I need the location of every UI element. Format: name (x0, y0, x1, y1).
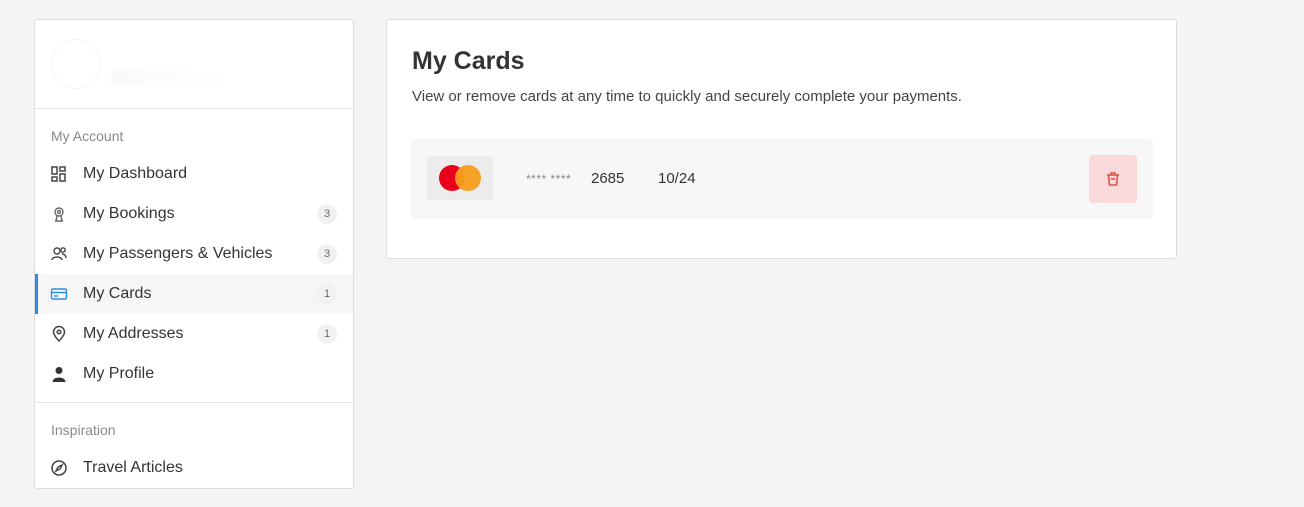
sidebar-item-label: My Passengers & Vehicles (83, 245, 273, 262)
sidebar-item-label: My Addresses (83, 325, 184, 342)
sidebar-item-bookings[interactable]: My Bookings 3 (35, 194, 353, 234)
sidebar-item-label: My Dashboard (83, 165, 188, 182)
location-pin-icon (49, 324, 69, 344)
avatar[interactable] (51, 39, 101, 89)
sidebar-item-label: My Bookings (83, 205, 175, 222)
count-badge: 3 (317, 244, 337, 264)
sidebar-item-travel-articles[interactable]: Travel Articles (35, 448, 353, 488)
sidebar-item-label: My Profile (83, 365, 155, 382)
saved-card-row: **** **** 2685 10/24 (411, 139, 1153, 219)
page-title: My Cards (412, 47, 525, 75)
passengers-icon (49, 244, 69, 264)
sidebar-item-cards[interactable]: My Cards 1 (35, 274, 353, 314)
page-subtitle: View or remove cards at any time to quic… (412, 88, 962, 105)
sidebar-item-label: Travel Articles (83, 459, 183, 476)
account-sidebar: My Account My Dashboard My Bookings 3 My… (34, 19, 354, 489)
count-badge: 1 (317, 284, 337, 304)
delete-card-button[interactable] (1089, 155, 1137, 203)
trash-icon (1107, 172, 1119, 186)
compass-icon (49, 458, 69, 478)
cards-panel: My Cards View or remove cards at any tim… (386, 19, 1177, 259)
sidebar-item-addresses[interactable]: My Addresses 1 (35, 314, 353, 354)
section-label-inspiration: Inspiration (51, 422, 116, 438)
section-label-my-account: My Account (51, 128, 124, 144)
sidebar-item-label: My Cards (83, 285, 152, 302)
card-number-mask: **** **** (526, 172, 572, 186)
dashboard-icon (49, 164, 69, 184)
divider (35, 402, 353, 403)
profile-header (35, 20, 353, 109)
sidebar-item-profile[interactable]: My Profile (35, 354, 353, 394)
user-name-placeholder (111, 70, 231, 86)
count-badge: 3 (317, 204, 337, 224)
card-last-four: 2685 (591, 170, 625, 187)
card-expiry: 10/24 (658, 170, 696, 187)
sidebar-item-passengers-vehicles[interactable]: My Passengers & Vehicles 3 (35, 234, 353, 274)
count-badge: 1 (317, 324, 337, 344)
card-icon (49, 284, 69, 304)
mastercard-logo-icon (427, 156, 493, 200)
sidebar-item-dashboard[interactable]: My Dashboard (35, 154, 353, 194)
user-icon (49, 364, 69, 384)
bookings-icon (49, 204, 69, 224)
